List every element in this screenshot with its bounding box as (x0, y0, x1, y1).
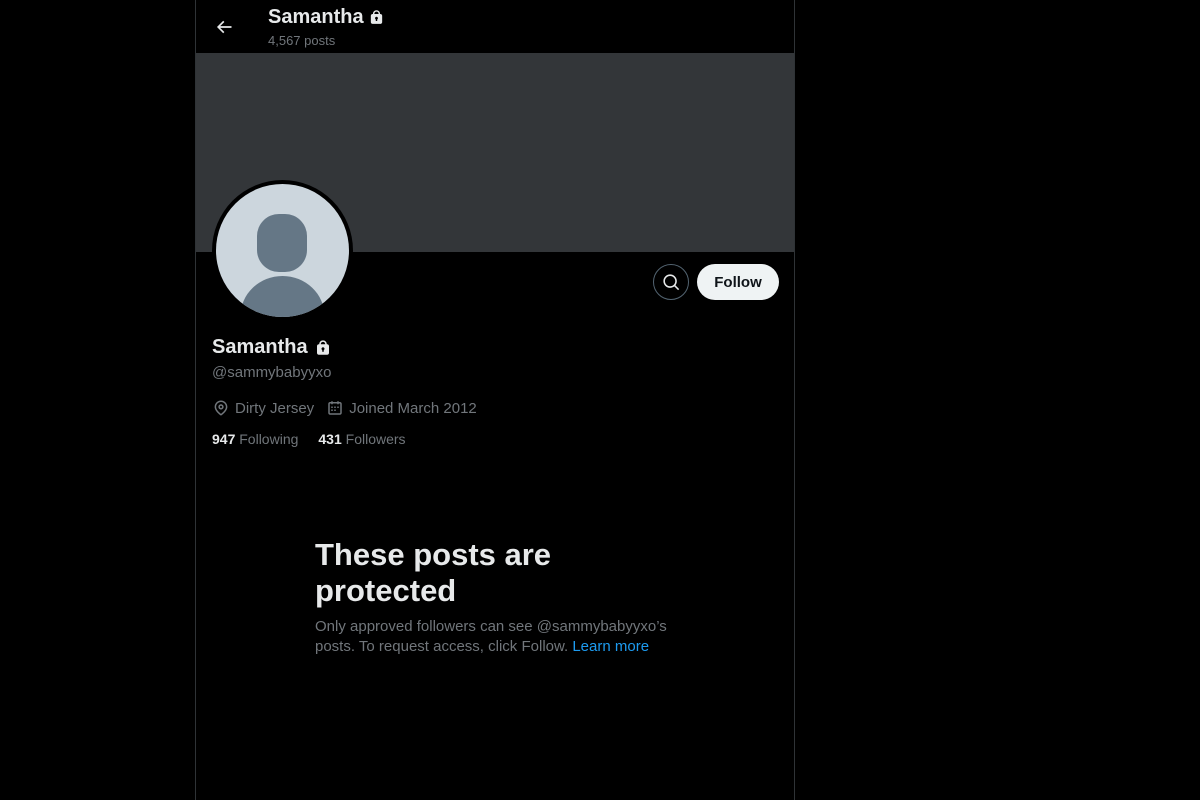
search-icon (662, 273, 679, 290)
default-avatar-icon (216, 184, 349, 317)
protected-notice: These posts are protected Only approved … (315, 537, 695, 657)
following-link[interactable]: 947 Following (212, 431, 298, 447)
calendar-icon (328, 401, 342, 415)
header-title: Samantha (268, 6, 385, 29)
followers-link[interactable]: 431 Followers (318, 431, 405, 447)
protected-title: These posts are protected (315, 537, 552, 608)
learn-more-link[interactable]: Learn more (572, 638, 649, 655)
lock-icon (370, 10, 382, 24)
followers-count: 431 (318, 431, 342, 447)
profile-column: Samantha 4,567 posts Follow Samantha @sa… (195, 0, 795, 800)
following-count: 947 (212, 431, 236, 447)
display-name-text: Samantha (212, 336, 308, 358)
profile-meta: Dirty Jersey Joined March 2012 (212, 399, 477, 417)
following-label: Following (239, 431, 299, 447)
location: Dirty Jersey (212, 399, 314, 417)
location-text: Dirty Jersey (235, 399, 315, 417)
post-count: 4,567 posts (268, 33, 336, 48)
display-name: Samantha (212, 336, 332, 359)
header-title-text: Samantha (268, 6, 364, 28)
back-arrow-icon (216, 20, 232, 34)
join-date: Joined March 2012 (326, 399, 477, 417)
lock-icon (316, 339, 329, 355)
location-pin-icon (214, 400, 228, 416)
search-posts-button[interactable] (653, 264, 689, 300)
followers-label: Followers (345, 431, 406, 447)
top-bar: Samantha 4,567 posts (196, 0, 794, 53)
follow-button[interactable]: Follow (697, 264, 779, 300)
avatar[interactable] (212, 180, 353, 321)
follow-stats: 947 Following 431 Followers (212, 431, 406, 447)
profile-handle: @sammybabyyxo (212, 364, 332, 381)
join-date-text: Joined March 2012 (349, 399, 477, 417)
back-button[interactable] (207, 10, 241, 44)
protected-body: Only approved followers can see @sammyba… (315, 617, 695, 657)
